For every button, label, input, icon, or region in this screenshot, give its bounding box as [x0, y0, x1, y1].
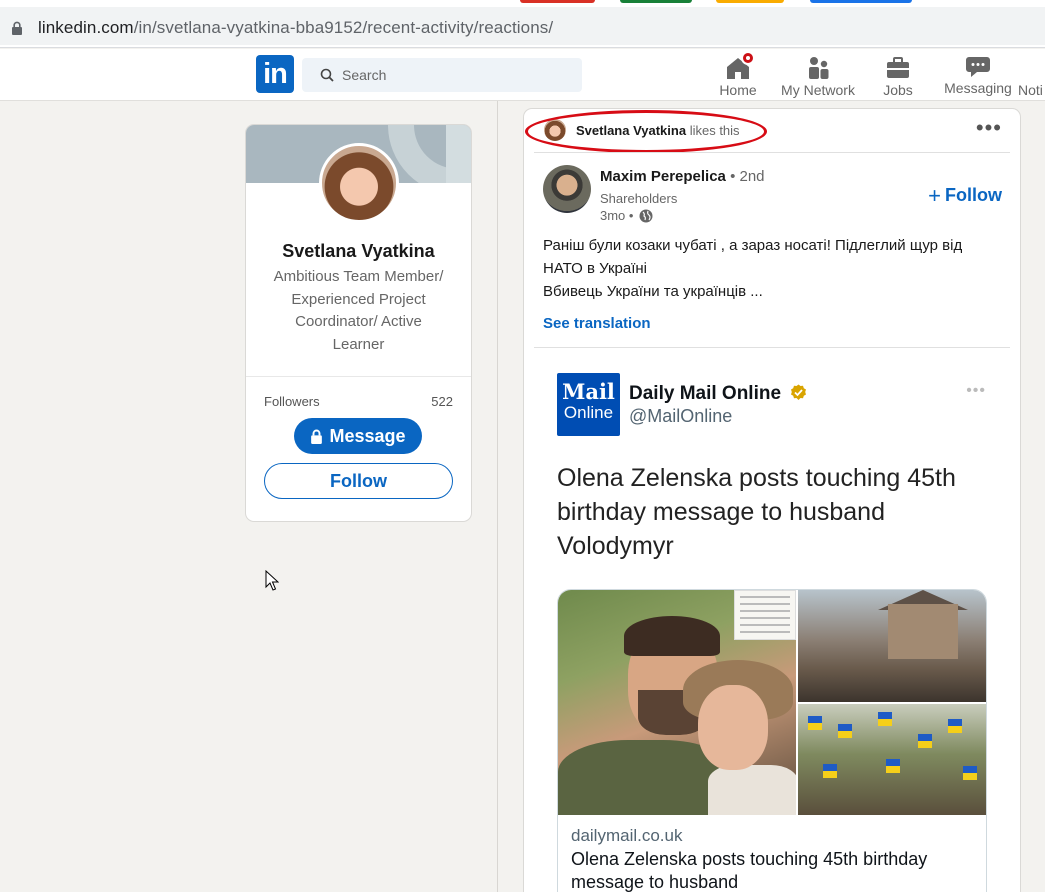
search-input[interactable] [342, 58, 572, 92]
author-avatar[interactable] [543, 165, 591, 213]
tweet-link-card[interactable]: dailymail.co.uk Olena Zelenska posts tou… [557, 589, 987, 892]
linkedin-logo[interactable]: in [256, 55, 294, 93]
nav-messaging[interactable]: Messaging [940, 49, 1016, 101]
divider [246, 376, 471, 377]
post-text-line: Раніш були козаки чубаті , а зараз носат… [543, 237, 963, 254]
globe-icon [639, 209, 653, 223]
column-divider [497, 101, 498, 892]
logo-text: Mail [562, 379, 615, 404]
follow-button[interactable]: Follow [264, 463, 453, 499]
nav-notifications[interactable]: Noti [1018, 49, 1045, 101]
article-photo-ruins [798, 590, 986, 702]
more-options-icon[interactable]: ••• [976, 117, 1002, 139]
post-time: 3mo • [600, 208, 634, 223]
nav-home[interactable]: Home [710, 49, 766, 101]
post-text-line: Вбивець України та українців ... [543, 283, 763, 300]
followers-label: Followers [264, 394, 320, 409]
link-title: Olena Zelenska posts touching 45th birth… [571, 849, 928, 892]
nav-label: Messaging [944, 80, 1012, 96]
tweet-headline: Olena Zelenska posts touching 45th birth… [557, 464, 956, 560]
mailonline-logo[interactable]: Mail Online [557, 373, 620, 436]
message-button-label: Message [329, 425, 406, 446]
nav-label: Jobs [883, 82, 913, 98]
followers-count: 522 [431, 394, 453, 409]
url-path: /in/svetlana-vyatkina-bba9152/recent-act… [133, 18, 554, 37]
article-photo-flags [798, 704, 986, 815]
verified-badge-icon [791, 384, 807, 400]
nav-jobs[interactable]: Jobs [872, 49, 924, 101]
tweet-account-name[interactable]: Daily Mail Online [629, 383, 807, 405]
link-domain: dailymail.co.uk [571, 826, 683, 845]
search-icon [320, 68, 334, 82]
nav-label: Home [719, 82, 757, 98]
plus-icon: + [928, 183, 941, 208]
lock-icon [12, 21, 22, 35]
network-icon [809, 57, 829, 79]
author-name-line[interactable]: Maxim Perepelica • 2nd [600, 168, 765, 185]
tweet-handle[interactable]: @MailOnline [629, 406, 732, 427]
profile-card: Svetlana Vyatkina Ambitious Team Member/… [246, 125, 471, 521]
mouse-cursor-icon [265, 570, 279, 591]
url-text[interactable]: linkedin.com/in/svetlana-vyatkina-bba915… [38, 18, 553, 38]
notification-badge [741, 51, 755, 65]
annotation-highlight-oval [525, 110, 767, 153]
search-box[interactable] [302, 58, 582, 92]
post-text-line: НАТО в Україні [543, 260, 648, 277]
author-name[interactable]: Maxim Perepelica [600, 168, 726, 185]
post-timestamp: 3mo • [600, 208, 653, 223]
profile-headline: Ambitious Team Member/ Experienced Proje… [273, 268, 444, 353]
profile-avatar[interactable] [319, 143, 399, 223]
nav-my-network[interactable]: My Network [776, 49, 860, 101]
post-text: Раніш були козаки чубаті , а зараз носат… [543, 234, 1003, 303]
follow-author-button[interactable]: + Follow [928, 183, 1002, 209]
divider [534, 152, 1010, 153]
profile-name[interactable]: Svetlana Vyatkina [246, 241, 471, 262]
browser-address-bar[interactable]: linkedin.com/in/svetlana-vyatkina-bba915… [0, 4, 1045, 48]
logo-text: Online [563, 403, 614, 422]
author-subtitle: Shareholders [600, 191, 678, 206]
divider [534, 347, 1010, 348]
linkedin-navbar: in Home My Network Jobs Me [0, 49, 1045, 101]
connection-degree: • 2nd [730, 168, 765, 185]
feed-post-card: Svetlana Vyatkina likes this ••• Maxim P… [524, 109, 1020, 892]
see-translation-link[interactable]: See translation [543, 315, 651, 332]
follow-author-label: Follow [945, 185, 1002, 205]
nav-label: My Network [781, 82, 855, 98]
lock-icon [311, 429, 323, 444]
tweet-name: Daily Mail Online [629, 383, 782, 404]
tweet-more-icon[interactable]: ••• [966, 382, 986, 400]
messaging-icon [966, 57, 990, 77]
message-button[interactable]: Message [294, 418, 422, 454]
nav-label: Noti [1018, 82, 1043, 98]
article-photo-couple [558, 590, 796, 815]
briefcase-icon [887, 57, 909, 78]
url-host: linkedin.com [38, 18, 134, 37]
